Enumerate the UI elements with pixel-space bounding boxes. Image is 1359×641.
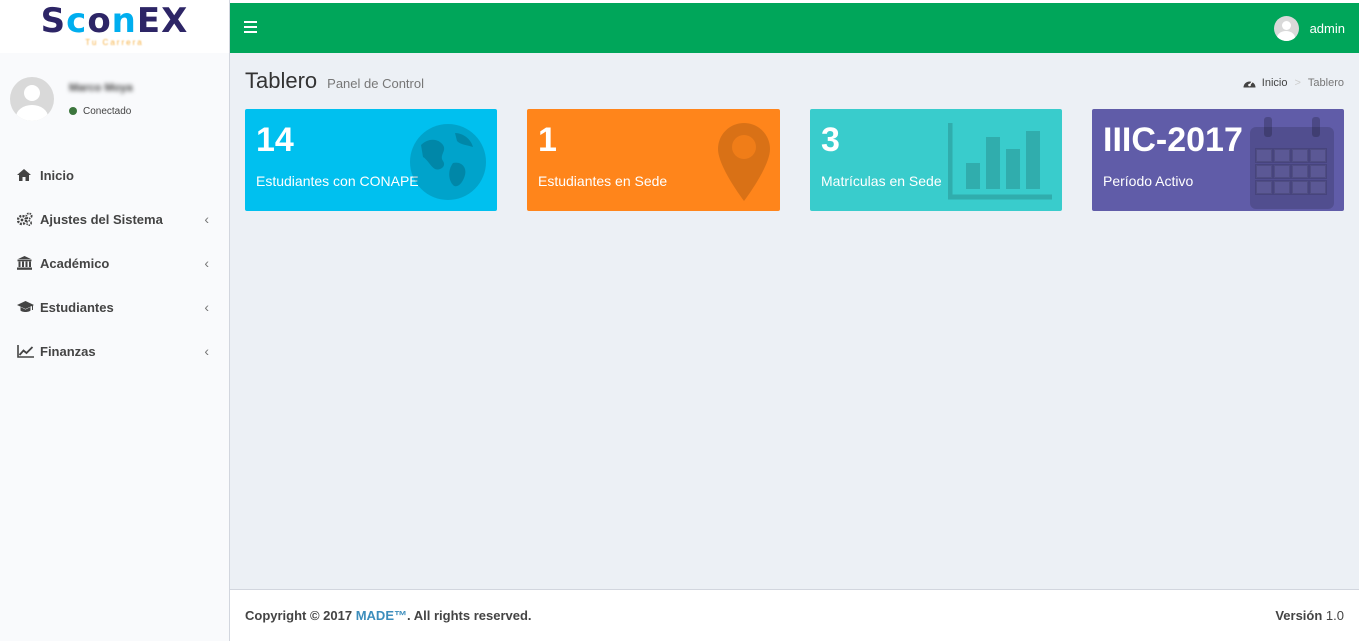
sidebar-item-label: Ajustes del Sistema — [40, 211, 163, 227]
calendar-icon — [1250, 117, 1334, 211]
top-navbar: admin — [230, 3, 1359, 53]
stat-value: 3 — [821, 121, 840, 159]
chevron-left-icon: ‹ — [204, 211, 209, 227]
stat-value: 14 — [256, 121, 294, 159]
stat-value: IIIC-2017 — [1103, 121, 1243, 159]
page-title: Tablero — [245, 68, 318, 93]
sidebar-item-ajustes[interactable]: Ajustes del Sistema ‹ — [0, 197, 229, 241]
home-icon — [17, 169, 35, 181]
chevron-left-icon: ‹ — [204, 255, 209, 271]
sidebar-item-estudiantes[interactable]: Estudiantes ‹ — [0, 285, 229, 329]
version: Versión 1.0 — [1275, 608, 1344, 623]
breadcrumb: Inicio > Tablero — [1243, 77, 1344, 89]
version-label: Versión — [1275, 608, 1323, 623]
header-username: admin — [1309, 21, 1345, 36]
page-subtitle: Panel de Control — [327, 76, 424, 91]
line-chart-icon — [17, 344, 35, 358]
stat-label: Período Activo — [1103, 173, 1194, 189]
user-status-label: Conectado — [83, 105, 132, 117]
bar-chart-icon — [947, 123, 1052, 206]
sidebar-item-label: Inicio — [40, 167, 74, 183]
version-value: 1.0 — [1325, 608, 1344, 623]
hamburger-menu-icon[interactable] — [244, 21, 257, 33]
user-avatar — [10, 77, 54, 121]
stat-label: Matrículas en Sede — [821, 173, 942, 189]
dashboard-icon — [1243, 78, 1256, 88]
logo-text: SconEX — [40, 1, 189, 41]
header-avatar — [1273, 16, 1299, 41]
breadcrumb-home-link[interactable]: Inicio — [1262, 77, 1288, 89]
stat-box-conape[interactable]: 14 Estudiantes con CONAPE — [245, 109, 497, 211]
breadcrumb-current: Tablero — [1307, 77, 1344, 89]
online-dot-icon — [69, 107, 77, 115]
copyright: Copyright © 2017 MADE™. All rights reser… — [245, 608, 532, 623]
sidebar-item-finanzas[interactable]: Finanzas ‹ — [0, 329, 229, 373]
copyright-prefix: Copyright © 2017 — [245, 608, 356, 623]
stat-box-matriculas[interactable]: 3 Matrículas en Sede — [810, 109, 1062, 211]
sidebar-item-inicio[interactable]: Inicio — [0, 153, 229, 197]
chevron-left-icon: ‹ — [204, 299, 209, 315]
user-panel: Marco Moya Conectado — [10, 77, 133, 121]
logo-tagline: Tu Carrera — [85, 38, 144, 47]
sidebar: SconEX Tu Carrera Marco Moya Conectado I… — [0, 0, 230, 641]
sidebar-item-label: Académico — [40, 255, 110, 271]
sidebar-item-label: Estudiantes — [40, 299, 114, 315]
user-menu[interactable]: admin — [1273, 16, 1345, 41]
content-header: Tablero Panel de Control — [245, 68, 424, 94]
stat-label: Estudiantes en Sede — [538, 173, 668, 189]
stat-value: 1 — [538, 121, 557, 159]
graduation-cap-icon — [17, 301, 35, 313]
footer: Copyright © 2017 MADE™. All rights reser… — [230, 589, 1359, 641]
stat-label: Estudiantes con CONAPE — [256, 173, 419, 189]
user-status[interactable]: Conectado — [69, 106, 133, 117]
stat-box-sede[interactable]: 1 Estudiantes en Sede — [527, 109, 780, 211]
copyright-suffix: . All rights reserved. — [407, 608, 532, 623]
sidebar-menu: Inicio Ajustes del Sistema ‹ Académico ‹… — [0, 153, 229, 373]
globe-icon — [409, 123, 487, 206]
cogs-icon — [17, 212, 35, 226]
sidebar-item-academico[interactable]: Académico ‹ — [0, 241, 229, 285]
user-name: Marco Moya — [69, 81, 133, 94]
sidebar-item-label: Finanzas — [40, 343, 96, 359]
bank-icon — [17, 256, 35, 270]
logo[interactable]: SconEX Tu Carrera — [0, 0, 229, 53]
stat-box-periodo[interactable]: IIIC-2017 Período Activo — [1092, 109, 1344, 211]
chevron-left-icon: ‹ — [204, 343, 209, 359]
map-marker-icon — [718, 123, 770, 206]
breadcrumb-separator: > — [1294, 77, 1301, 89]
company-link[interactable]: MADE™ — [356, 608, 407, 623]
